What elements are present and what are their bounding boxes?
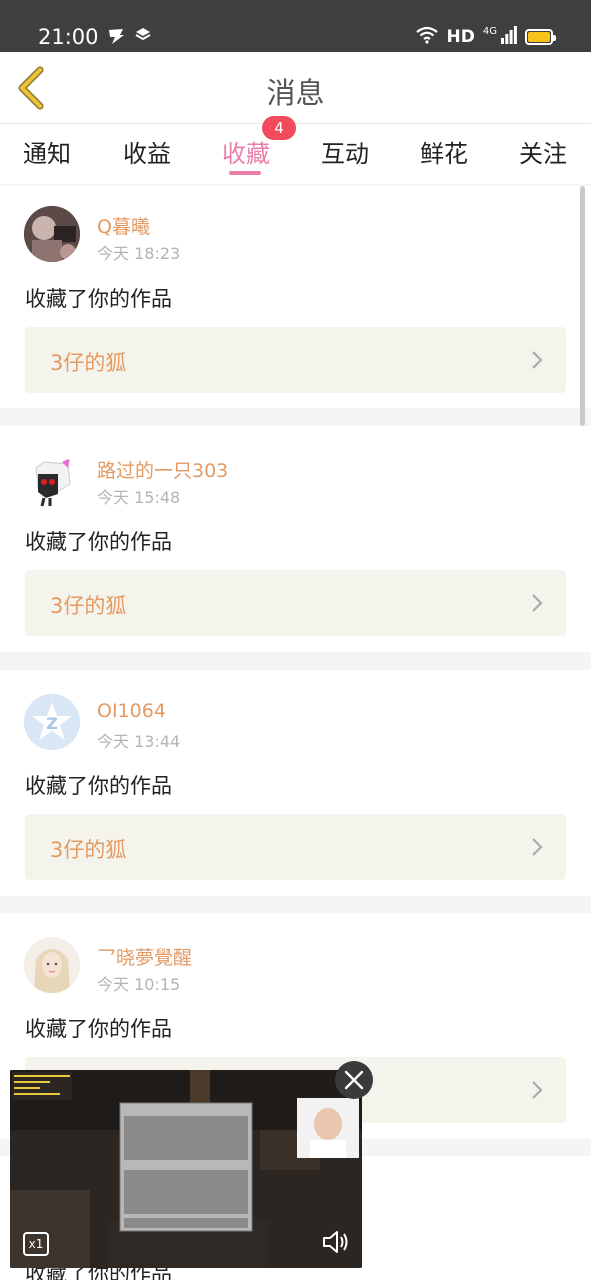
tab-bar: 通知 收益 收藏 互动 鲜花 关注: [0, 124, 591, 184]
avatar[interactable]: [24, 454, 80, 510]
work-link[interactable]: 3仔的狐: [25, 570, 566, 636]
tab-notifications[interactable]: 通知: [23, 134, 71, 169]
avatar[interactable]: Z: [24, 694, 80, 750]
timestamp: 今天 10:15: [97, 975, 181, 994]
tab-interactions[interactable]: 互动: [321, 134, 369, 169]
favorites-count-badge: 4: [262, 116, 296, 140]
work-title: 3仔的狐: [50, 838, 127, 862]
action-text: 收藏了你的作品: [25, 1017, 172, 1041]
signal-icon: [501, 26, 517, 48]
chevron-right-icon: [532, 594, 543, 612]
work-title: 3仔的狐: [50, 594, 127, 618]
action-text: 收藏了你的作品: [25, 774, 172, 798]
tab-earnings[interactable]: 收益: [123, 134, 171, 169]
close-video-button[interactable]: [335, 1061, 373, 1099]
timestamp: 今天 15:48: [97, 488, 181, 507]
header-bar: 消息: [0, 52, 591, 124]
chevron-right-icon: [532, 351, 543, 369]
tab-follows[interactable]: 关注: [519, 134, 567, 169]
message-card: Z OI1064 今天 13:44 收藏了你的作品 3仔的狐: [0, 670, 591, 896]
action-text: 收藏了你的作品: [25, 287, 172, 311]
timestamp: 今天 13:44: [97, 732, 181, 751]
status-right: HD 4G: [415, 24, 556, 50]
username[interactable]: Q暮曦: [97, 212, 150, 239]
avatar[interactable]: [24, 206, 80, 262]
timestamp: 今天 18:23: [97, 244, 181, 263]
avatar[interactable]: [24, 937, 80, 993]
work-title: 3仔的狐: [50, 351, 127, 375]
hd-label: HD: [446, 27, 475, 47]
svg-text:Z: Z: [46, 714, 58, 733]
wifi-icon: [415, 26, 439, 48]
status-time: 21:00: [38, 25, 99, 49]
scrollbar[interactable]: [580, 186, 585, 426]
status-bar: 21:00 HD 4G: [0, 0, 591, 52]
page-title: 消息: [266, 76, 325, 110]
screen: 21:00 HD 4G 消息 通知 收益 收藏 互动 鲜花 关注 4 Q暮曦 今…: [0, 0, 591, 1280]
network-type-label: 4G: [482, 25, 497, 37]
username[interactable]: 乛晓夢覺醒: [97, 943, 192, 970]
floating-video-player[interactable]: x1: [10, 1070, 362, 1268]
layers-icon: [134, 26, 152, 48]
close-icon: [344, 1070, 364, 1090]
notification-app-icon: [106, 26, 126, 50]
username[interactable]: 路过的一只303: [97, 456, 228, 483]
volume-icon[interactable]: [320, 1226, 352, 1258]
work-link[interactable]: 3仔的狐: [25, 327, 566, 393]
playback-speed-button[interactable]: x1: [23, 1232, 49, 1256]
video-frame: [10, 1070, 362, 1268]
message-card: 路过的一只303 今天 15:48 收藏了你的作品 3仔的狐: [0, 426, 591, 652]
username[interactable]: OI1064: [97, 700, 166, 722]
battery-icon: [525, 29, 556, 45]
chevron-right-icon: [532, 838, 543, 856]
tab-flowers[interactable]: 鲜花: [420, 134, 468, 169]
message-card: Q暮曦 今天 18:23 收藏了你的作品 3仔的狐: [0, 186, 591, 408]
tab-favorites[interactable]: 收藏: [222, 134, 270, 169]
action-text: 收藏了你的作品: [25, 530, 172, 554]
work-link[interactable]: 3仔的狐: [25, 814, 566, 880]
active-tab-indicator: [229, 171, 261, 175]
chevron-right-icon: [532, 1081, 543, 1099]
